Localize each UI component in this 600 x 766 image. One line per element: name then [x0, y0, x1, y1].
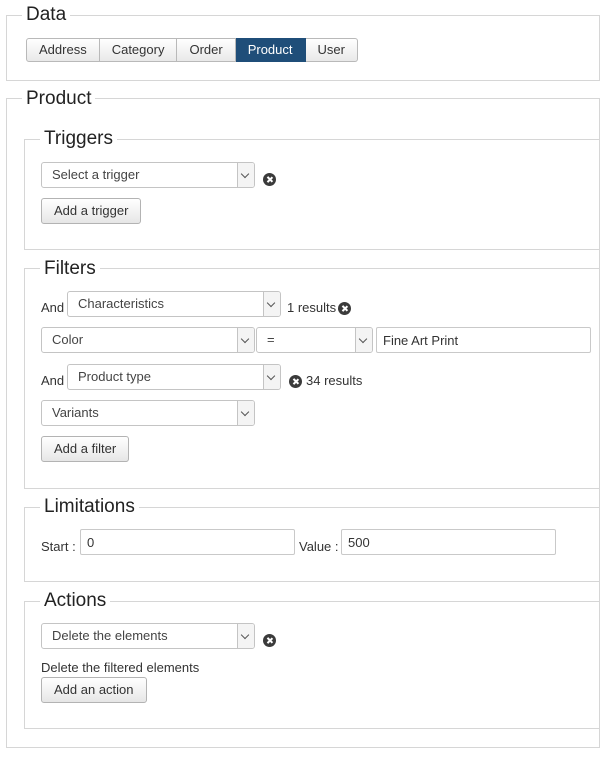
chevron-down-icon	[355, 328, 372, 352]
add-action-button[interactable]: Add an action	[41, 677, 147, 703]
tab-user[interactable]: User	[305, 38, 358, 62]
triggers-fieldset	[24, 139, 600, 250]
triggers-legend: Triggers	[40, 129, 117, 148]
value-label: Value :	[299, 539, 339, 554]
remove-action-icon[interactable]	[263, 634, 276, 647]
trigger-select[interactable]: Select a trigger	[41, 162, 255, 188]
filter-operator-select[interactable]: =	[256, 327, 373, 353]
remove-trigger-icon[interactable]	[263, 173, 276, 186]
data-tabs: Address Category Order Product User	[26, 38, 358, 62]
add-filter-button[interactable]: Add a filter	[41, 436, 130, 462]
filter-row1-select[interactable]: Characteristics	[67, 291, 281, 317]
action-description: Delete the filtered elements	[41, 660, 200, 675]
chevron-down-icon	[263, 292, 280, 316]
action-select[interactable]: Delete the elements	[41, 623, 255, 649]
filter-variants-select[interactable]: Variants	[41, 400, 255, 426]
filter-row3-results: 34 results	[306, 373, 363, 388]
trigger-select-value: Select a trigger	[52, 167, 140, 182]
tab-address[interactable]: Address	[26, 38, 100, 62]
filter-row1-select-value: Characteristics	[78, 296, 164, 311]
chevron-down-icon	[263, 365, 280, 389]
start-input[interactable]	[80, 529, 295, 555]
chevron-down-icon	[237, 624, 254, 648]
filter-variants-select-value: Variants	[52, 405, 99, 420]
add-trigger-button[interactable]: Add a trigger	[41, 198, 142, 224]
filters-legend: Filters	[40, 259, 100, 278]
tab-order[interactable]: Order	[177, 38, 236, 62]
value-input[interactable]	[341, 529, 556, 555]
chevron-down-icon	[237, 328, 254, 352]
remove-filter-row3-icon[interactable]	[289, 375, 302, 388]
chevron-down-icon	[237, 401, 254, 425]
actions-legend: Actions	[40, 591, 111, 610]
filter-row1-and-label: And	[41, 300, 65, 315]
limitations-legend: Limitations	[40, 497, 139, 516]
action-select-value: Delete the elements	[52, 628, 168, 643]
tab-category[interactable]: Category	[99, 38, 178, 62]
product-legend: Product	[22, 89, 96, 108]
filter-value-input[interactable]	[376, 327, 591, 353]
filter-color-select-value: Color	[52, 332, 84, 347]
start-label: Start :	[41, 539, 76, 554]
filter-row3-and-label: And	[41, 373, 65, 388]
filter-row1-results: 1 results	[287, 300, 337, 315]
data-legend: Data	[22, 5, 71, 24]
filter-row3-select[interactable]: Product type	[67, 364, 281, 390]
filter-color-select[interactable]: Color	[41, 327, 255, 353]
filter-row3-select-value: Product type	[78, 369, 151, 384]
remove-filter-row1-icon[interactable]	[338, 302, 351, 315]
filter-operator-value: =	[267, 332, 275, 347]
tab-product[interactable]: Product	[235, 38, 306, 62]
chevron-down-icon	[237, 163, 254, 187]
